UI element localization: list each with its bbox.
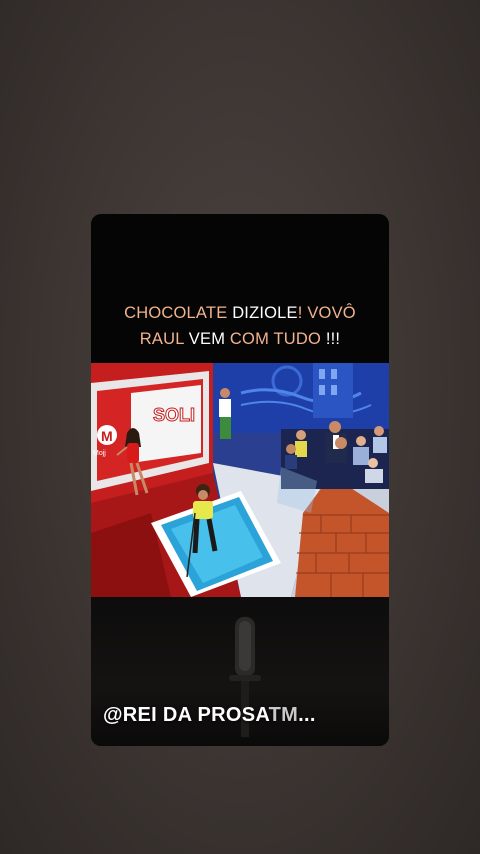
story-caption: CHOCOLATE DIZIOLE! VOVÔ RAUL VEM COM TUD…: [91, 300, 389, 352]
video-player[interactable]: SOLI M Mojj: [91, 363, 389, 597]
story-viewer: { "story": { "caption": { "line1": [ {"t…: [0, 0, 480, 854]
set-logo-text: Mojj: [93, 450, 106, 457]
watermark-tm: TM: [268, 704, 299, 726]
watermark-handle: @REI DA PROSA: [103, 704, 269, 726]
caption-word: ! VOVÔ: [297, 304, 356, 322]
caption-line-2: RAUL VEM COM TUDO !!!: [91, 326, 389, 352]
caption-line-1: CHOCOLATE DIZIOLE! VOVÔ: [91, 300, 389, 326]
caption-word: VEM: [188, 330, 230, 348]
story-card[interactable]: CHOCOLATE DIZIOLE! VOVÔ RAUL VEM COM TUD…: [91, 214, 389, 746]
caption-word: !!!: [325, 330, 341, 348]
caption-word: CHOCOLATE: [124, 304, 233, 322]
caption-word: COM TUDO: [229, 330, 326, 348]
caption-word: RAUL: [139, 330, 189, 348]
tv-studio-scene: SOLI M Mojj: [91, 363, 389, 597]
account-watermark: @REI DA PROSATM...: [103, 704, 316, 727]
caption-word: DIZIOLE: [232, 304, 298, 322]
svg-text:SOLI: SOLI: [153, 405, 195, 425]
set-logo-letter: M: [101, 428, 113, 444]
watermark-ellipsis: ...: [298, 704, 316, 726]
